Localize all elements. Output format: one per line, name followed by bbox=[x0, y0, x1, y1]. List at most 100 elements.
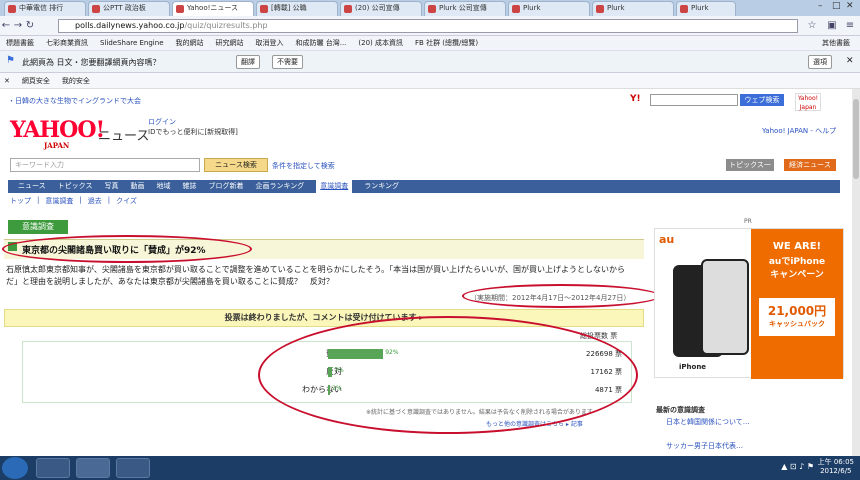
cashback-box: 21,000円 キャッシュバック bbox=[759, 298, 835, 336]
translate-button[interactable]: 翻譯 bbox=[236, 55, 260, 69]
wrench-icon[interactable]: ≡ bbox=[844, 20, 856, 31]
scrollbar[interactable] bbox=[852, 89, 860, 456]
browser-tab[interactable]: Plurk bbox=[592, 1, 674, 16]
url-input[interactable]: polls.dailynews.yahoo.co.jp/quiz/quizres… bbox=[58, 19, 798, 33]
nav-item[interactable]: 動画 bbox=[130, 180, 144, 193]
nav-item[interactable]: ランキング bbox=[364, 180, 399, 193]
nav-item[interactable]: トピックス bbox=[58, 180, 93, 193]
news-label: ニュース bbox=[98, 129, 150, 144]
addon-item[interactable]: 我的安全 bbox=[62, 73, 90, 88]
bookmark-item[interactable]: 研究網站 bbox=[216, 36, 244, 50]
ad-line: キャンペーン bbox=[770, 270, 824, 280]
no-translate-button[interactable]: 不需要 bbox=[272, 55, 303, 69]
chrome-icon[interactable] bbox=[76, 458, 110, 478]
keyword-input[interactable]: キーワード入力 bbox=[10, 158, 200, 172]
pr-label: PR bbox=[744, 218, 752, 225]
browser-tab[interactable]: Plurk bbox=[676, 1, 736, 16]
news-search-button[interactable]: ニュース検索 bbox=[204, 158, 268, 172]
logo-text: YAHOO! bbox=[10, 117, 105, 143]
bookmark-item[interactable]: 和成防曬 台灣... bbox=[296, 36, 347, 50]
web-search-button[interactable]: ウェブ検索 bbox=[740, 94, 784, 106]
login-link[interactable]: ログイン bbox=[148, 118, 176, 127]
nav-item-active[interactable]: 意識調査 bbox=[316, 180, 353, 193]
bookmark-item[interactable]: 取消登入 bbox=[256, 36, 284, 50]
bookmark-item[interactable]: (20) 成本資訊 bbox=[358, 36, 403, 50]
browser-tab[interactable]: 公PTT 政治板 bbox=[88, 1, 170, 16]
ad-line: auでiPhone bbox=[768, 257, 826, 267]
browser-tab[interactable]: 中華電信 排行 bbox=[4, 1, 86, 16]
annotation-ellipse bbox=[2, 235, 252, 263]
global-nav: ニュース トピックス 写真 動画 地域 雑誌 ブログ新着 企画ランキング 意識調… bbox=[8, 180, 840, 193]
subnav-item[interactable]: トップ bbox=[10, 196, 31, 206]
annotation-ellipse bbox=[258, 316, 638, 434]
latest-polls-title: 最新の意識調査 bbox=[656, 406, 705, 414]
back-icon[interactable]: ← bbox=[0, 20, 12, 31]
cashback-label: キャッシュバック bbox=[769, 320, 825, 328]
nav-item[interactable]: ニュース bbox=[18, 180, 46, 193]
section-label: 意識調査 bbox=[8, 220, 68, 234]
browser-tab[interactable]: Plurk bbox=[508, 1, 590, 16]
bookmark-item[interactable]: FB 社群 (總攬/總覽) bbox=[415, 36, 478, 50]
close-translate-icon[interactable]: ✕ bbox=[846, 56, 854, 66]
other-bookmarks[interactable]: 其他書籤 bbox=[822, 36, 850, 50]
browser-tab-active[interactable]: Yahoo!ニュース bbox=[172, 1, 254, 16]
maximize-icon[interactable]: □ bbox=[832, 1, 841, 11]
scrollbar-thumb[interactable] bbox=[853, 99, 859, 179]
economy-news-button[interactable]: 経済ニュース bbox=[784, 159, 836, 171]
clock-date: 2012/6/5 bbox=[820, 467, 852, 475]
explorer-icon[interactable] bbox=[36, 458, 70, 478]
browser-tab[interactable]: (20) 公司宣傳 bbox=[340, 1, 422, 16]
system-tray-icons[interactable]: ▲ ⊡ ♪ ⚑ bbox=[781, 462, 814, 471]
clock[interactable]: 上午 06:05 2012/6/5 bbox=[818, 458, 854, 476]
bookmark-item[interactable]: SlideShare Engine bbox=[100, 36, 164, 50]
topics-list-button[interactable]: トピックス一覧 bbox=[726, 159, 774, 181]
browser-tab[interactable]: Plurk 公司宣傳 bbox=[424, 1, 506, 16]
top-link[interactable]: ・日韓の大きな生物でイングランドで大会 bbox=[8, 96, 141, 106]
bookmark-item[interactable]: 七彩商業資訊 bbox=[46, 36, 88, 50]
bookmark-item[interactable]: 我的網站 bbox=[176, 36, 204, 50]
addon-bar: ✕ 網頁安全 我的安全 bbox=[0, 73, 860, 89]
address-bar-row: ← → ↻ polls.dailynews.yahoo.co.jp/quiz/q… bbox=[0, 16, 860, 36]
start-button[interactable] bbox=[2, 457, 28, 479]
campaign-panel: WE ARE! auでiPhone キャンペーン 21,000円 キャッシュバッ… bbox=[751, 229, 843, 379]
au-iphone-ad[interactable]: au iPhone WE ARE! auでiPhone キャンペーン 21,00… bbox=[654, 228, 844, 379]
cashback-amount: 21,000円 bbox=[767, 304, 827, 318]
paint-icon[interactable] bbox=[116, 458, 150, 478]
iphone-label: iPhone bbox=[679, 363, 707, 371]
yahoo-japan-icon[interactable]: Yahoo! Japan bbox=[795, 93, 821, 111]
forward-icon[interactable]: → bbox=[12, 20, 24, 31]
addon-close-icon[interactable]: ✕ bbox=[4, 73, 10, 88]
nav-item[interactable]: 地域 bbox=[156, 180, 170, 193]
bookmark-item[interactable]: 標題書籤 bbox=[6, 36, 34, 50]
reload-icon[interactable]: ↻ bbox=[24, 20, 36, 31]
sub-nav: トップ | 意識調査 | 過去 | クイズ bbox=[10, 196, 137, 206]
translate-bar: ⚑ 此網頁為 日文・您要翻譯網頁內容嗎？ 翻譯 不需要 選項 ✕ bbox=[0, 51, 860, 73]
nav-item[interactable]: 雑誌 bbox=[182, 180, 196, 193]
translate-icon: ⚑ bbox=[6, 55, 15, 66]
minimize-icon[interactable]: – bbox=[818, 1, 823, 11]
subnav-item[interactable]: 意識調査 bbox=[45, 196, 73, 206]
extension-icon[interactable]: ▣ bbox=[826, 20, 838, 31]
iphone-image bbox=[701, 259, 749, 355]
options-button[interactable]: 選項 bbox=[808, 55, 832, 69]
star-icon[interactable]: ☆ bbox=[806, 20, 818, 31]
web-search-input[interactable] bbox=[650, 94, 738, 106]
latest-poll-item[interactable]: 日本と韓国関係について… bbox=[666, 417, 750, 427]
ad-line: WE ARE! bbox=[772, 241, 822, 252]
subnav-item[interactable]: 過去 bbox=[88, 196, 102, 206]
annotation-ellipse bbox=[462, 284, 660, 308]
yahoo-japan-help-links[interactable]: Yahoo! JAPAN - ヘルプ bbox=[762, 126, 836, 136]
bookmarks-bar: 標題書籤 七彩商業資訊 SlideShare Engine 我的網站 研究網站 … bbox=[0, 36, 860, 51]
latest-poll-item[interactable]: サッカー男子日本代表… bbox=[666, 441, 743, 451]
browser-tab[interactable]: [轉載] 公職 bbox=[256, 1, 338, 16]
close-icon[interactable]: ✕ bbox=[846, 1, 854, 11]
addon-item[interactable]: 網頁安全 bbox=[22, 73, 50, 88]
nav-item[interactable]: 企画ランキング bbox=[255, 180, 304, 193]
nav-item[interactable]: ブログ新着 bbox=[208, 180, 243, 193]
advanced-search-link[interactable]: 条件を指定して検索 bbox=[272, 161, 335, 171]
au-logo: au bbox=[659, 233, 675, 246]
tab-strip: 中華電信 排行 公PTT 政治板 Yahoo!ニュース [轉載] 公職 (20)… bbox=[0, 0, 860, 16]
subnav-item[interactable]: クイズ bbox=[116, 196, 137, 206]
yahoo-logo[interactable]: YAHOO! JAPAN bbox=[10, 117, 105, 150]
nav-item[interactable]: 写真 bbox=[104, 180, 118, 193]
